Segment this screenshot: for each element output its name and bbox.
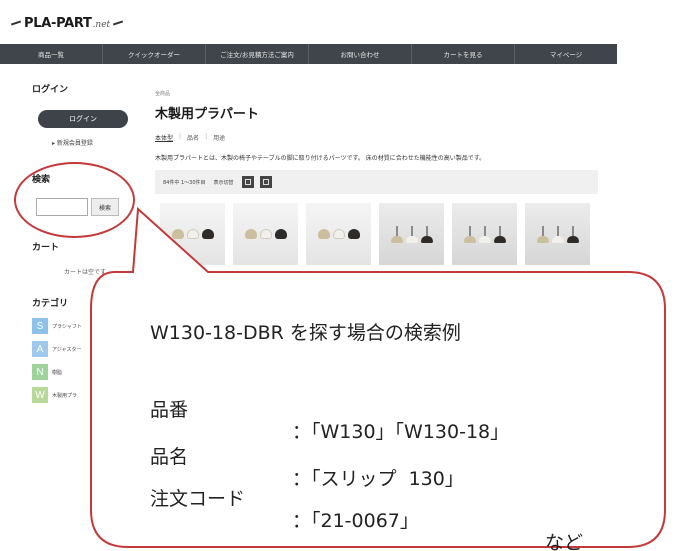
tab-separator: |: [179, 133, 182, 140]
result-count: 84件中 1～30件目: [163, 179, 206, 186]
nav-item-mypage[interactable]: マイページ: [515, 44, 617, 64]
callout-etc: など: [545, 532, 584, 551]
category-item-a[interactable]: A アジャスター: [32, 341, 102, 357]
category-letter-icon: S: [32, 318, 48, 334]
product-thumbnail[interactable]: [160, 203, 225, 265]
logo-dash-right: [113, 20, 124, 26]
product-image: [347, 229, 360, 239]
product-image: [478, 225, 491, 243]
callout-row-product-name: 品名 ：「スリップ 130」: [150, 420, 630, 490]
callout-row-order-code: 注文コード ：「21-0067」 など: [150, 462, 630, 551]
list-icon: [262, 179, 269, 185]
product-thumbnail[interactable]: [525, 203, 590, 265]
product-image: [536, 225, 549, 243]
login-button[interactable]: ログイン: [38, 110, 128, 128]
category-label: 樹脂: [52, 369, 63, 376]
tab-usage[interactable]: 用途: [213, 133, 225, 142]
category-item-w[interactable]: W 木製用プラ: [32, 387, 102, 403]
login-heading: ログイン: [32, 85, 69, 95]
category-label: 木製用プラ: [52, 392, 78, 399]
callout-row-label: 品番: [150, 399, 189, 421]
logo-brand: PLA-PART: [24, 15, 92, 31]
callout-title: W130-18-DBR を探す場合の検索例: [150, 322, 461, 344]
nav-item-contact[interactable]: お問い合わせ: [309, 44, 412, 64]
grid-view-button[interactable]: [241, 176, 254, 188]
product-image: [186, 229, 199, 239]
tab-name[interactable]: 品名: [187, 133, 199, 142]
cart-empty-text: カートは空です: [64, 269, 107, 276]
callout-row-part-number: 品番 ：「W130」「W130-18」: [150, 373, 630, 443]
callout-row-label: 注文コード: [150, 488, 246, 510]
product-image: [405, 225, 418, 243]
product-image: [201, 229, 214, 239]
search-highlight-ellipse: [14, 162, 135, 238]
category-label: プラシャフト: [52, 323, 82, 330]
product-image: [171, 229, 184, 239]
category-letter-icon: A: [32, 341, 48, 357]
main-nav: 商品一覧 クイックオーダー ご注文/お見積方法ご案内 お問い合わせ カートを見る…: [0, 44, 617, 64]
site-logo[interactable]: PLA-PART .net: [8, 10, 126, 36]
tab-type[interactable]: 本体型: [155, 133, 173, 142]
grid-icon: [244, 179, 251, 185]
product-image: [551, 225, 564, 243]
register-link[interactable]: ▸ 新規会員登録: [52, 138, 93, 147]
callout-row-value: ：「21-0067」: [292, 510, 419, 532]
product-image: [332, 229, 345, 239]
nav-item-cart[interactable]: カートを見る: [412, 44, 515, 64]
list-view-button[interactable]: [259, 176, 272, 188]
category-item-s[interactable]: S プラシャフト: [32, 318, 102, 334]
product-thumbnail[interactable]: [306, 203, 371, 265]
product-image: [274, 229, 287, 239]
product-thumbnail[interactable]: [379, 203, 444, 265]
cart-heading: カート: [32, 243, 60, 253]
page-title: 木製用プラパート: [155, 107, 259, 122]
category-letter-icon: W: [32, 387, 48, 403]
display-label: 表示切替: [213, 179, 234, 186]
nav-item-order-guide[interactable]: ご注文/お見積方法ご案内: [206, 44, 309, 64]
product-image: [390, 225, 403, 243]
category-heading: カテゴリ: [32, 299, 69, 309]
product-thumbnail[interactable]: [233, 203, 298, 265]
filter-tabs: 本体型 | 品名 | 用途: [155, 133, 225, 142]
product-image: [244, 229, 257, 239]
category-letter-icon: N: [32, 364, 48, 380]
logo-dash-left: [10, 20, 22, 26]
product-grid: [160, 203, 590, 265]
logo-tld: .net: [92, 19, 111, 30]
nav-item-quick-order[interactable]: クイックオーダー: [103, 44, 206, 64]
product-image: [259, 229, 272, 239]
nav-item-products[interactable]: 商品一覧: [0, 44, 103, 64]
tab-separator: |: [205, 133, 208, 140]
product-image: [493, 225, 506, 243]
product-image: [566, 225, 579, 243]
product-image: [463, 225, 476, 243]
list-toolbar: 84件中 1～30件目 表示切替: [155, 170, 598, 194]
product-image: [420, 225, 433, 243]
breadcrumb[interactable]: 全商品: [155, 90, 170, 97]
category-label: アジャスター: [52, 346, 82, 353]
category-description: 木製用プラパートとは、木製の椅子やテーブルの脚に取り付けるパーツです。 床の材質…: [155, 155, 486, 162]
product-thumbnail[interactable]: [452, 203, 517, 265]
product-image: [317, 229, 330, 239]
category-item-n[interactable]: N 樹脂: [32, 364, 102, 380]
